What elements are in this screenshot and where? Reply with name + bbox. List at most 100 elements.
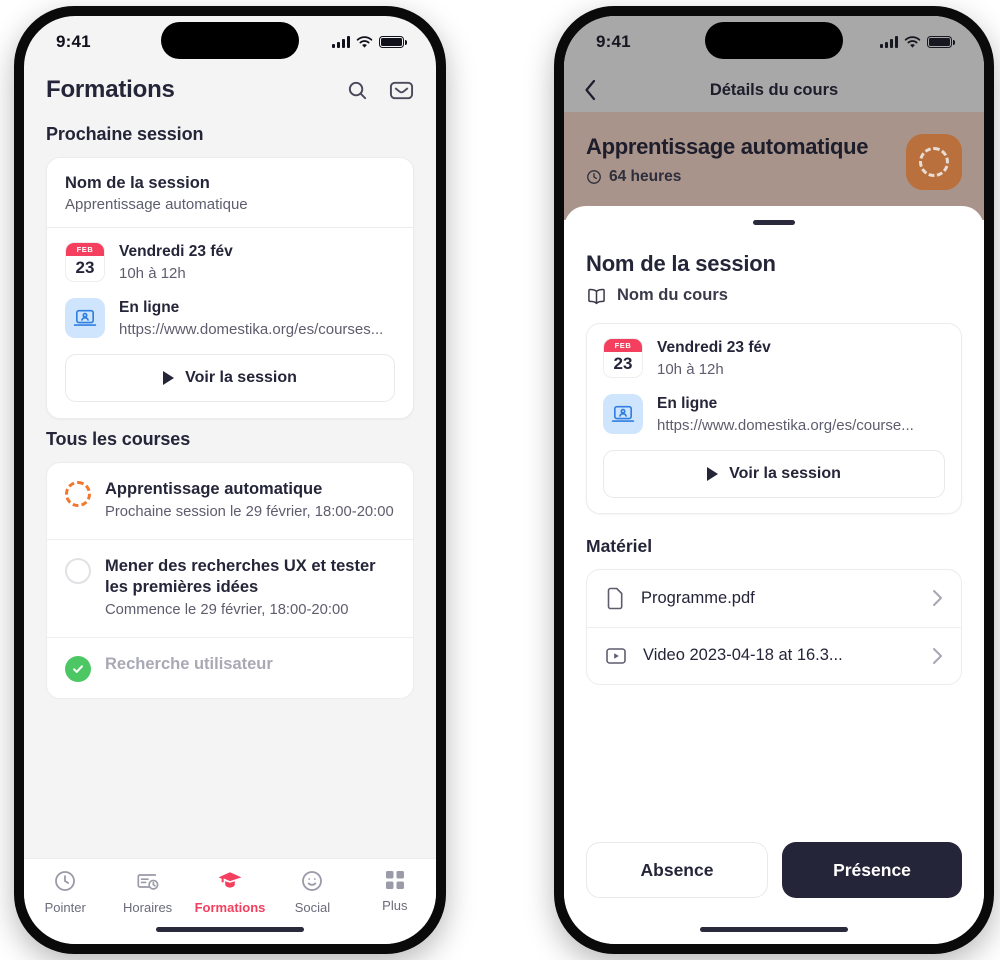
calendar-icon: FEB 23	[65, 242, 105, 282]
course-subtitle: Prochaine session le 29 février, 18:00-2…	[105, 503, 394, 520]
left-status-bar: 9:41	[24, 16, 436, 68]
all-courses-list: Apprentissage automatique Prochaine sess…	[46, 461, 414, 700]
session-date-text: Vendredi 23 fév	[119, 243, 233, 260]
dynamic-island	[705, 22, 843, 59]
tab-label: Social	[294, 900, 331, 915]
tab-label: Formations	[194, 900, 266, 915]
session-url[interactable]: https://www.domestika.org/es/courses...	[119, 319, 383, 340]
right-phone-screen: 9:41 Détails du cours Apprentissage auto…	[564, 16, 984, 944]
document-icon	[605, 587, 625, 610]
list-item[interactable]: Recherche utilisateur	[47, 637, 413, 698]
tab-label: Plus	[382, 898, 408, 913]
list-item[interactable]: Video 2023-04-18 at 16.3...	[587, 626, 961, 684]
view-session-button[interactable]: Voir la session	[603, 449, 945, 498]
materials-section-title: Matériel	[586, 535, 653, 556]
mail-icon[interactable]	[389, 79, 414, 102]
status-indicators	[880, 35, 955, 49]
schedule-icon	[137, 874, 159, 890]
right-status-bar: 9:41	[564, 16, 984, 68]
material-label: Video 2023-04-18 at 16.3...	[643, 646, 843, 665]
session-date-row: FEB 23 Vendredi 23 fév 10h à 12h	[47, 228, 413, 284]
session-location-row: En ligne https://www.domestika.org/es/co…	[587, 380, 961, 436]
presence-button[interactable]: Présence	[782, 842, 962, 898]
session-location-text: En ligne	[657, 394, 718, 412]
smiley-icon	[302, 871, 323, 891]
tab-plus[interactable]: Plus	[354, 869, 436, 913]
absence-button[interactable]: Absence	[586, 842, 768, 898]
tab-horaires[interactable]: Horaires	[106, 869, 188, 915]
page-title: Formations	[46, 76, 175, 103]
calendar-month: FEB	[66, 243, 104, 256]
session-time-text: 10h à 12h	[119, 264, 186, 282]
hero-hours: 64 heures	[586, 168, 892, 186]
session-location-row: En ligne https://www.domestika.org/es/co…	[47, 284, 413, 340]
battery-icon	[379, 35, 407, 49]
tab-label: Pointer	[44, 900, 86, 915]
tab-social[interactable]: Social	[271, 869, 353, 915]
laptop-webinar-icon	[65, 297, 105, 338]
screenshot-stage: 9:41 Formations Prochaine session Nom de…	[0, 0, 1000, 960]
list-item[interactable]: Apprentissage automatique Prochaine sess…	[47, 463, 413, 539]
grid-dots-icon	[385, 871, 404, 889]
bottom-spacer	[564, 898, 984, 944]
wifi-icon	[356, 35, 373, 48]
tab-pointer[interactable]: Pointer	[24, 869, 106, 915]
session-label: Nom de la session	[65, 174, 210, 192]
attendance-actions: Absence Présence	[564, 824, 984, 898]
play-icon	[163, 370, 175, 385]
badge-ring	[919, 147, 949, 177]
upcoming-session-card[interactable]: Nom de la session Apprentissage automati…	[46, 157, 414, 419]
battery-icon	[927, 35, 955, 49]
course-hero: Apprentissage automatique 64 heures	[564, 112, 984, 220]
upcoming-section-title: Prochaine session	[46, 124, 204, 144]
list-item[interactable]: Mener des recherches UX et tester les pr…	[47, 538, 413, 637]
header-actions	[346, 79, 414, 102]
search-icon[interactable]	[346, 79, 369, 102]
session-card-heading: Nom de la session Apprentissage automati…	[47, 158, 413, 227]
play-icon	[707, 466, 719, 481]
course-title: Mener des recherches UX et tester les pr…	[105, 556, 376, 597]
chevron-left-icon[interactable]	[584, 79, 597, 101]
session-detail-card[interactable]: FEB 23 Vendredi 23 fév 10h à 12h En lign…	[586, 323, 962, 514]
home-indicator	[156, 926, 304, 932]
view-session-button[interactable]: Voir la session	[65, 353, 395, 402]
calendar-icon: FEB 23	[603, 338, 643, 378]
calendar-day: 23	[604, 351, 642, 377]
session-time-text: 10h à 12h	[657, 360, 724, 378]
progress-dashed-circle-icon	[906, 134, 962, 190]
course-subtitle: Commence le 29 février, 18:00-20:00	[105, 602, 349, 619]
course-title: Apprentissage automatique	[105, 479, 323, 498]
session-url[interactable]: https://www.domestika.org/es/course...	[657, 415, 914, 436]
session-course-name: Apprentissage automatique	[65, 196, 248, 213]
status-indicators	[332, 35, 407, 49]
cellular-bars-icon	[880, 36, 898, 48]
all-courses-section-title: Tous les courses	[46, 428, 191, 449]
session-date-row: FEB 23 Vendredi 23 fév 10h à 12h	[587, 324, 961, 380]
left-header: Formations	[24, 68, 436, 114]
clock-icon	[587, 170, 601, 184]
left-phone-screen: 9:41 Formations Prochaine session Nom de…	[24, 16, 436, 944]
left-phone-frame: 9:41 Formations Prochaine session Nom de…	[14, 6, 446, 954]
graduation-cap-icon	[218, 872, 242, 888]
material-label: Programme.pdf	[641, 588, 755, 607]
empty-circle-icon	[65, 557, 91, 584]
courses-scroll-area[interactable]: Apprentissage automatique Prochaine sess…	[24, 461, 436, 858]
cellular-bars-icon	[332, 36, 350, 48]
check-circle-icon	[65, 656, 91, 683]
chevron-right-icon	[933, 590, 942, 607]
sheet-course-line: Nom du cours	[586, 286, 962, 305]
nav-bar: Détails du cours	[564, 68, 984, 112]
tab-formations[interactable]: Formations	[189, 869, 271, 915]
view-session-label: Voir la session	[729, 464, 841, 482]
course-title: Recherche utilisateur	[105, 655, 273, 674]
calendar-month: FEB	[604, 339, 642, 352]
status-time: 9:41	[56, 32, 91, 51]
status-time: 9:41	[596, 32, 631, 51]
list-item[interactable]: Programme.pdf	[587, 570, 961, 627]
chevron-right-icon	[933, 647, 942, 664]
laptop-webinar-icon	[603, 393, 643, 434]
wifi-icon	[904, 35, 921, 48]
session-date-text: Vendredi 23 fév	[657, 339, 771, 356]
view-session-label: Voir la session	[185, 368, 297, 386]
tab-label: Horaires	[123, 900, 173, 915]
